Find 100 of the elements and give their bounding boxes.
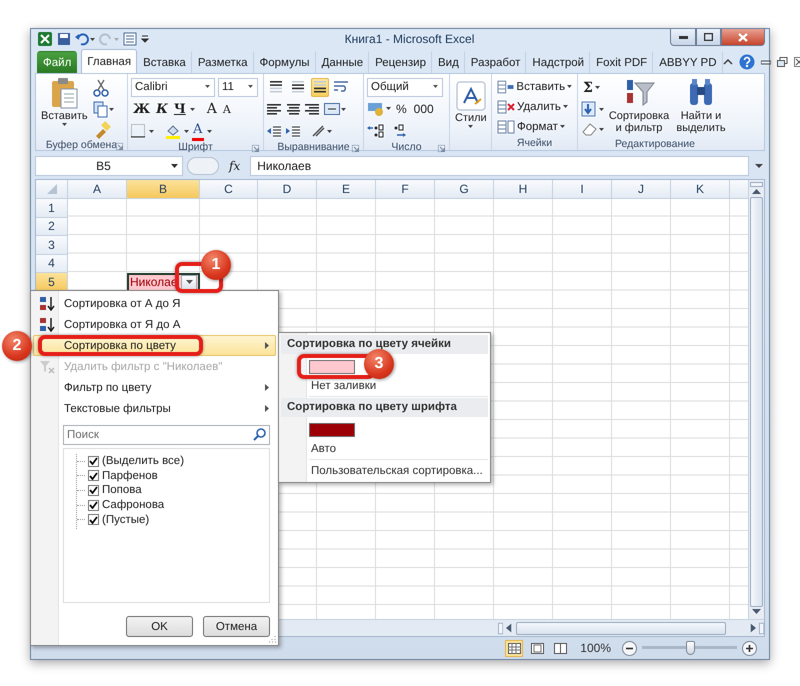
column-header[interactable]: D: [258, 180, 317, 199]
column-header[interactable]: F: [376, 180, 435, 199]
column-header[interactable]: B: [127, 180, 200, 199]
column-header[interactable]: A: [68, 180, 127, 199]
decrease-indent-icon[interactable]: [267, 125, 281, 137]
fill-color-icon[interactable]: [165, 123, 181, 139]
menu-item[interactable]: Фильтр по цвету: [33, 377, 276, 398]
filter-dropdown-button[interactable]: [181, 274, 197, 290]
column-header[interactable]: G: [435, 180, 494, 199]
column-header[interactable]: K: [671, 180, 730, 199]
shrink-font-button[interactable]: A: [220, 100, 233, 118]
delete-cells-button[interactable]: Удалить: [495, 97, 574, 116]
undo-icon[interactable]: [75, 32, 95, 46]
number-format-field[interactable]: Общий: [367, 78, 443, 96]
sort-filter-button[interactable]: Сортировка и фильтр: [609, 77, 669, 137]
column-header[interactable]: E: [317, 180, 376, 199]
zoom-out-icon[interactable]: [622, 640, 637, 656]
restore-icon[interactable]: [776, 57, 788, 67]
close-button[interactable]: [721, 29, 765, 46]
text-orientation-icon[interactable]: [311, 124, 333, 138]
column-header[interactable]: H: [494, 180, 553, 199]
value-checkbox[interactable]: (Пустые): [77, 512, 269, 527]
menu-item[interactable]: Нет заливки: [281, 376, 488, 396]
dialog-launcher-icon[interactable]: [352, 145, 359, 152]
dialog-launcher-icon[interactable]: [116, 143, 123, 150]
insert-function-button[interactable]: fx: [223, 159, 246, 173]
scissors-icon[interactable]: [92, 79, 109, 97]
customize-toolbar-icon[interactable]: [141, 34, 149, 44]
resize-grip-icon[interactable]: [268, 635, 276, 643]
autosum-button[interactable]: Σ: [581, 78, 605, 97]
value-checkbox[interactable]: Попова: [77, 483, 269, 498]
insert-cells-button[interactable]: Вставить: [495, 77, 574, 96]
value-checkbox[interactable]: Парфенов: [77, 468, 269, 484]
scroll-right-icon[interactable]: [748, 623, 756, 633]
zoom-in-icon[interactable]: [742, 640, 757, 656]
bold-button[interactable]: Ж: [131, 100, 152, 118]
zoom-slider-thumb[interactable]: [686, 641, 694, 655]
ribbon-tab[interactable]: Главная: [81, 49, 138, 73]
styles-button[interactable]: Стили: [453, 77, 489, 135]
grow-font-button[interactable]: A: [204, 100, 219, 118]
color-swatch[interactable]: [309, 360, 355, 374]
copy-icon[interactable]: [92, 100, 115, 118]
scroll-up-icon[interactable]: [752, 189, 761, 195]
minimize-button[interactable]: [670, 29, 696, 46]
collapse-ribbon-icon[interactable]: [722, 59, 733, 65]
column-header[interactable]: I: [553, 180, 612, 199]
menu-item[interactable]: Текстовые фильтры: [33, 398, 276, 419]
normal-view-button[interactable]: [505, 640, 524, 656]
menu-item[interactable]: Авто: [281, 440, 488, 458]
search-field[interactable]: Поиск: [63, 425, 270, 445]
increase-indent-icon[interactable]: [286, 125, 300, 137]
vertical-align-button[interactable]: [311, 78, 329, 96]
ok-button[interactable]: OK: [126, 616, 193, 637]
merge-cells-icon[interactable]: [324, 103, 346, 115]
split-handle-icon[interactable]: [498, 622, 504, 634]
font-name-field[interactable]: Calibri: [131, 78, 215, 96]
eraser-icon[interactable]: [581, 121, 605, 137]
italic-button[interactable]: К: [154, 100, 170, 118]
horizontal-scrollbar-thumb[interactable]: [516, 622, 726, 634]
fill-down-icon[interactable]: [581, 101, 605, 117]
wrap-text-icon[interactable]: [333, 80, 349, 94]
vertical-scrollbar-thumb[interactable]: [750, 197, 763, 607]
value-checkbox[interactable]: (Выделить все): [77, 454, 269, 469]
currency-icon[interactable]: [367, 101, 391, 117]
font-color-button[interactable]: A: [192, 121, 204, 141]
dialog-launcher-icon[interactable]: [438, 145, 445, 152]
row-header[interactable]: 1: [36, 199, 68, 218]
format-cells-button[interactable]: Формат: [495, 117, 574, 136]
percent-button[interactable]: %: [394, 100, 409, 118]
find-select-button[interactable]: Найти и выделить: [673, 77, 729, 137]
row-header[interactable]: 2: [36, 218, 68, 236]
cancel-button[interactable]: Отмена: [203, 616, 270, 637]
increase-decimal-icon[interactable]: [367, 124, 385, 138]
menu-item[interactable]: Сортировка от А до Я: [33, 293, 276, 314]
zoom-level[interactable]: 100%: [580, 641, 611, 655]
value-checkbox[interactable]: Сафронова: [77, 498, 269, 512]
borders-icon[interactable]: [131, 124, 146, 138]
font-size-field[interactable]: 11: [218, 78, 258, 96]
scroll-down-icon[interactable]: [752, 609, 761, 615]
color-swatch[interactable]: [309, 422, 355, 437]
formula-field[interactable]: Николаев: [250, 156, 749, 176]
row-header[interactable]: 3: [36, 236, 68, 254]
column-header[interactable]: J: [612, 180, 671, 199]
underline-button[interactable]: Ч: [172, 100, 188, 118]
column-header[interactable]: C: [200, 180, 258, 199]
maximize-button[interactable]: [696, 29, 721, 46]
help-icon[interactable]: [738, 54, 755, 70]
minimize-icon[interactable]: [760, 59, 771, 65]
name-box[interactable]: B5: [35, 156, 183, 176]
form-icon[interactable]: [123, 32, 137, 46]
thousands-button[interactable]: 000: [412, 100, 436, 118]
scroll-left-icon[interactable]: [506, 623, 514, 633]
custom-sort-item[interactable]: Пользовательская сортировка...: [281, 461, 488, 480]
row-header[interactable]: 4: [36, 254, 68, 273]
paste-button[interactable]: Вставить: [39, 77, 90, 139]
formula-bar-handle[interactable]: [187, 157, 219, 175]
dialog-launcher-icon[interactable]: [252, 145, 259, 152]
menu-item[interactable]: Сортировка от Я до А: [33, 314, 276, 335]
split-handle-icon[interactable]: [758, 622, 764, 634]
split-handle-icon[interactable]: [750, 182, 763, 187]
